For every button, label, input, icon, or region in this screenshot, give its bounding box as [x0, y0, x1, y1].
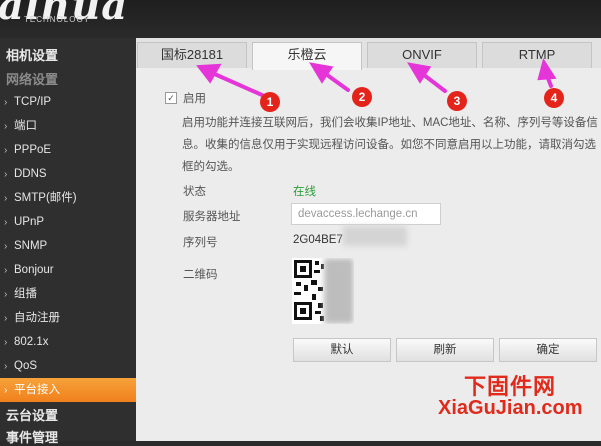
checkmark-icon: ✓ — [167, 93, 175, 103]
server-address-input[interactable]: devaccess.lechange.cn — [291, 203, 441, 225]
qr-code-image — [292, 258, 354, 324]
serial-number-label: 序列号 — [183, 237, 218, 249]
annotation-arrowhead-4 — [537, 58, 557, 81]
annotation-arrowhead-2 — [309, 62, 334, 84]
enable-checkbox[interactable]: ✓ — [165, 92, 177, 104]
annotation-badge-2: 2 — [352, 87, 372, 107]
annotation-arrowhead-1 — [196, 63, 222, 84]
watermark-line2: XiaGuJian.com — [438, 397, 583, 419]
qr-code-label: 二维码 — [183, 269, 218, 281]
redaction-blur-serial — [343, 226, 407, 246]
annotation-badge-4: 4 — [544, 88, 564, 108]
confirm-button[interactable]: 确定 — [499, 338, 597, 362]
server-address-label: 服务器地址 — [183, 211, 241, 223]
description-text: 启用功能并连接互联网后，我们会收集IP地址、MAC地址、名称、序列号等设备信息。… — [182, 117, 598, 173]
refresh-button[interactable]: 刷新 — [396, 338, 494, 362]
annotation-badge-3: 3 — [447, 91, 467, 111]
default-button[interactable]: 默认 — [293, 338, 391, 362]
enable-label: 启用 — [183, 93, 206, 105]
annotation-arrow-1 — [208, 70, 264, 97]
annotation-badge-1: 1 — [260, 92, 280, 112]
status-value: 在线 — [293, 186, 316, 198]
status-label: 状态 — [183, 186, 206, 198]
serial-number-value: 2G04BE7 — [293, 234, 343, 246]
